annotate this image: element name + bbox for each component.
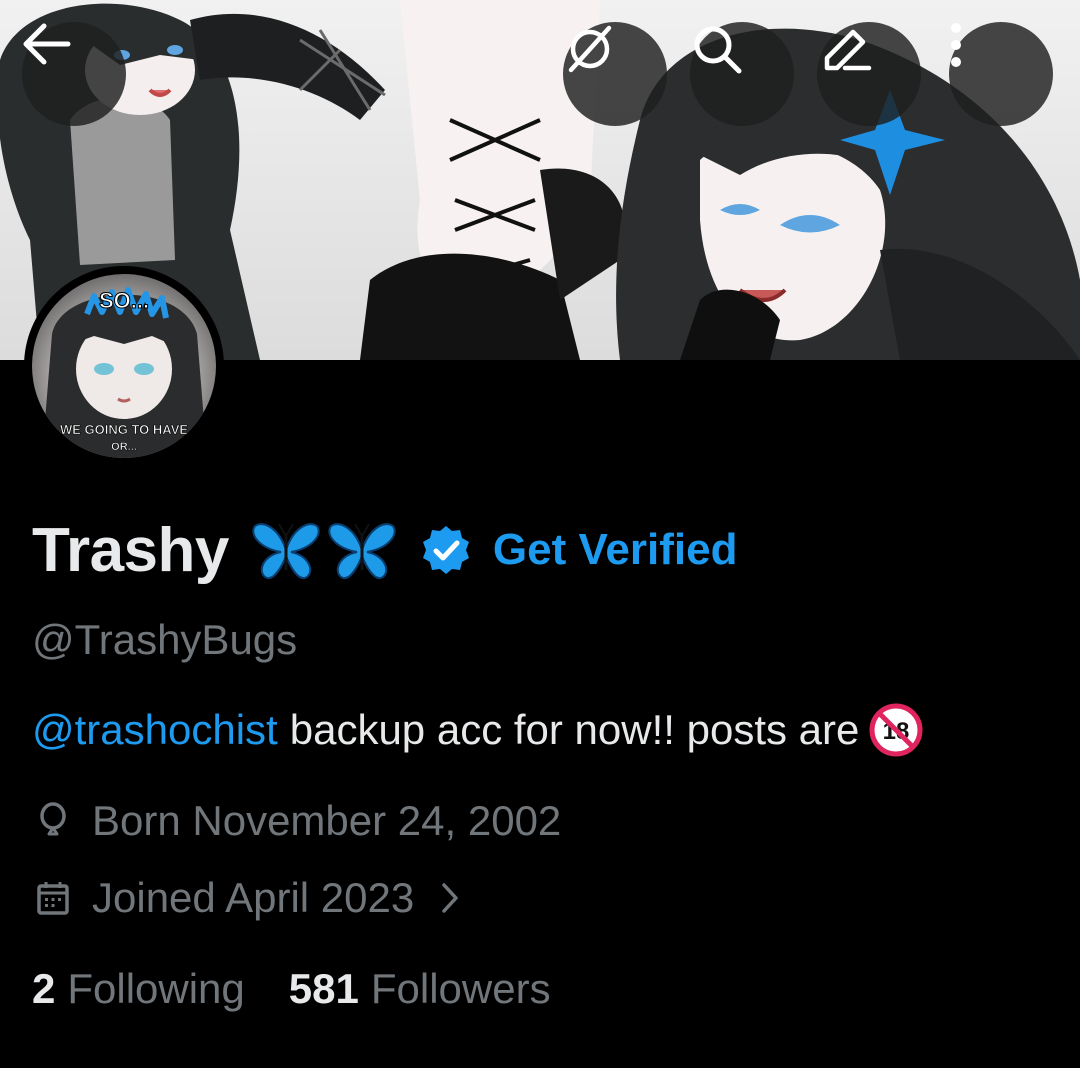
grok-button[interactable] xyxy=(563,22,667,126)
avatar-meme-bottom-text-2: OR... xyxy=(111,441,137,453)
name-row: Trashy Get Verified xyxy=(32,510,737,590)
butterfly-icon xyxy=(252,523,320,580)
follow-stats: 2 Following 581 Followers xyxy=(32,965,551,1013)
search-icon xyxy=(694,26,742,74)
grok-icon xyxy=(568,25,612,73)
following-count: 2 xyxy=(32,965,56,1012)
avatar-meme-bottom-text: WE GOING TO HAVE xyxy=(60,422,188,437)
user-handle: @TrashyBugs xyxy=(32,616,298,663)
birth-date-text: Born November 24, 2002 xyxy=(92,797,562,844)
verified-badge-icon[interactable] xyxy=(419,523,473,577)
calendar-icon xyxy=(32,880,74,916)
avatar[interactable]: SO... WE GOING TO HAVE OR... xyxy=(24,266,224,466)
bio-mention-link[interactable]: @trashochist xyxy=(32,706,278,754)
name-emoji-group xyxy=(251,518,397,582)
butterfly-icon xyxy=(328,523,396,580)
bio-text: backup acc for now!! posts are xyxy=(289,706,860,753)
birth-date: Born November 24, 2002 xyxy=(32,797,561,845)
avatar-artwork: SO... WE GOING TO HAVE OR... xyxy=(42,287,207,458)
avatar-meme-top-text: SO... xyxy=(99,288,149,313)
join-date[interactable]: Joined April 2023 xyxy=(32,874,460,922)
edit-icon xyxy=(824,29,872,71)
join-date-text: Joined April 2023 xyxy=(92,874,415,921)
no-one-under-eighteen-icon: 18 xyxy=(869,703,923,757)
back-button[interactable] xyxy=(22,22,126,126)
bio: @trashochist backup acc for now!! posts … xyxy=(32,703,923,757)
search-button[interactable] xyxy=(690,22,794,126)
following-link[interactable]: 2 Following xyxy=(32,965,245,1013)
back-arrow-icon xyxy=(23,23,71,65)
chevron-right-icon xyxy=(440,881,460,915)
get-verified-link[interactable]: Get Verified xyxy=(493,525,738,575)
followers-count: 581 xyxy=(288,965,359,1012)
balloon-icon xyxy=(32,801,74,841)
followers-link[interactable]: 581 Followers xyxy=(289,965,551,1013)
more-vertical-icon xyxy=(951,23,961,67)
followers-label: Followers xyxy=(370,965,551,1012)
avatar-image: SO... WE GOING TO HAVE OR... xyxy=(32,274,216,458)
more-options-button[interactable] xyxy=(949,22,1053,126)
display-name: Trashy xyxy=(32,515,229,585)
following-label: Following xyxy=(67,965,245,1012)
profile-page: SO... WE GOING TO HAVE OR... Trashy Get … xyxy=(0,0,1080,1068)
edit-button[interactable] xyxy=(817,22,921,126)
